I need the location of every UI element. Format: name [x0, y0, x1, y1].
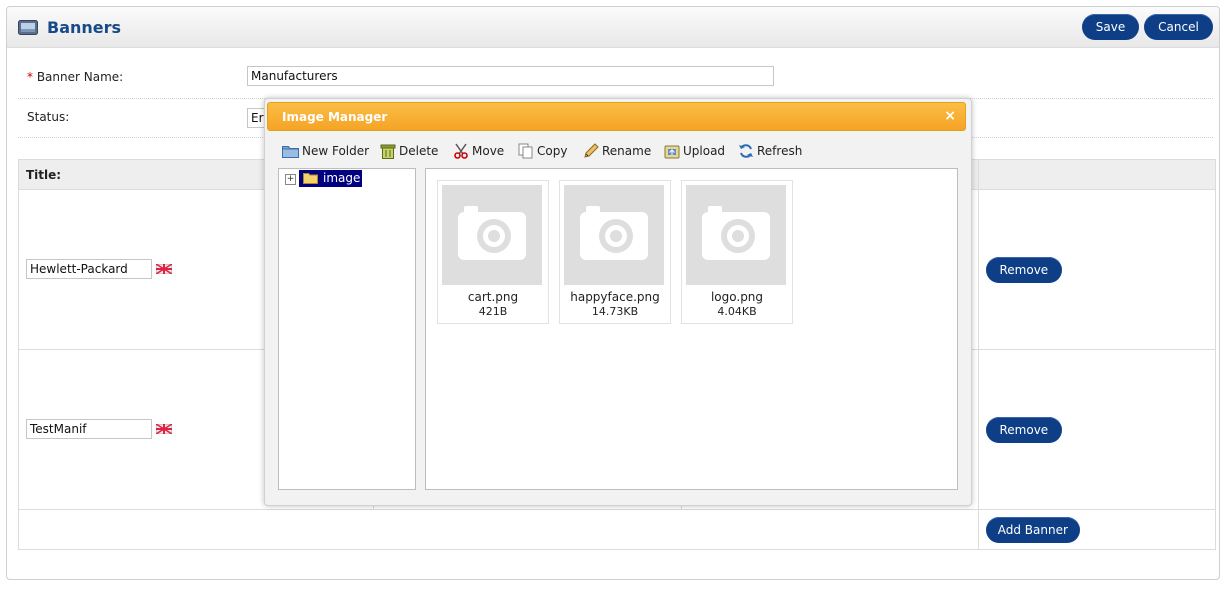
camera-icon [458, 206, 526, 260]
tree-item-label: image [323, 171, 361, 185]
delete-label: Delete [399, 144, 439, 158]
required-marker: * [27, 70, 33, 84]
dialog-title: Image Manager [282, 110, 388, 124]
banner-icon [18, 20, 38, 35]
uk-flag-icon [156, 264, 172, 274]
delete-button[interactable]: Delete [380, 142, 438, 160]
move-label: Move [472, 144, 505, 158]
camera-icon [580, 206, 648, 260]
upload-icon [664, 145, 680, 158]
file-size: 421B [478, 305, 508, 318]
action-cell: Remove [977, 189, 1217, 350]
uk-flag-icon [156, 424, 172, 434]
file-name: logo.png [710, 290, 764, 304]
column-header [977, 159, 1217, 190]
footer-spacer-cell [18, 509, 979, 550]
copy-label: Copy [537, 144, 568, 158]
folder-tree: + image [278, 168, 416, 490]
rename-label: Rename [602, 144, 652, 158]
pencil-icon [584, 143, 599, 158]
image-placeholder [564, 185, 664, 285]
file-size: 14.73KB [591, 305, 639, 318]
file-thumbnail[interactable]: cart.png 421B [437, 180, 549, 324]
table-footer-row: Add Banner [18, 509, 1217, 550]
file-size: 4.04KB [717, 305, 757, 318]
image-manager-dialog: Image Manager × New Folder Delete Move C… [264, 98, 972, 506]
refresh-icon [739, 144, 753, 158]
banner-name-label-text: Banner Name: [36, 70, 124, 84]
image-placeholder [686, 185, 786, 285]
footer-action-cell: Add Banner [977, 509, 1217, 550]
file-name: cart.png [467, 290, 519, 304]
trash-icon [380, 144, 396, 159]
remove-button[interactable]: Remove [985, 417, 1062, 443]
title-input[interactable]: Hewlett-Packard [26, 259, 152, 279]
new-folder-label: New Folder [302, 144, 370, 158]
new-folder-button[interactable]: New Folder [282, 142, 369, 160]
camera-icon [702, 206, 770, 260]
file-thumbnail[interactable]: logo.png 4.04KB [681, 180, 793, 324]
action-cell: Remove [977, 349, 1217, 510]
banner-name-row: * Banner Name: Manufacturers [18, 60, 1213, 99]
scissors-icon [454, 143, 468, 159]
status-label: Status: [27, 110, 70, 124]
title-input[interactable]: TestManif [26, 419, 152, 439]
move-button[interactable]: Move [453, 142, 504, 160]
refresh-button[interactable]: Refresh [738, 142, 802, 160]
file-thumbnail[interactable]: happyface.png 14.73KB [559, 180, 671, 324]
file-browser: cart.png 421B happyface.png 14.73KB logo… [425, 168, 958, 490]
banner-name-label: * Banner Name: [27, 70, 123, 84]
upload-button[interactable]: Upload [664, 142, 725, 160]
page-title: Banners [47, 18, 122, 37]
image-placeholder [442, 185, 542, 285]
remove-button[interactable]: Remove [985, 257, 1062, 283]
copy-button[interactable]: Copy [518, 142, 567, 160]
banner-name-input[interactable]: Manufacturers [247, 66, 774, 86]
panel-heading: Banners Save Cancel [7, 7, 1219, 48]
dialog-titlebar[interactable]: Image Manager × [267, 102, 966, 131]
tree-item-image[interactable]: image [299, 170, 362, 187]
rename-button[interactable]: Rename [584, 142, 651, 160]
folder-icon [303, 173, 318, 184]
tree-expander-icon[interactable]: + [285, 174, 296, 185]
folder-icon [282, 146, 299, 158]
upload-label: Upload [683, 144, 726, 158]
save-button[interactable]: Save [1082, 14, 1139, 40]
close-icon[interactable]: × [944, 108, 956, 124]
file-name: happyface.png [570, 290, 660, 304]
refresh-label: Refresh [757, 144, 803, 158]
copy-icon [518, 143, 533, 159]
add-banner-button[interactable]: Add Banner [985, 517, 1080, 543]
cancel-button[interactable]: Cancel [1144, 14, 1213, 40]
